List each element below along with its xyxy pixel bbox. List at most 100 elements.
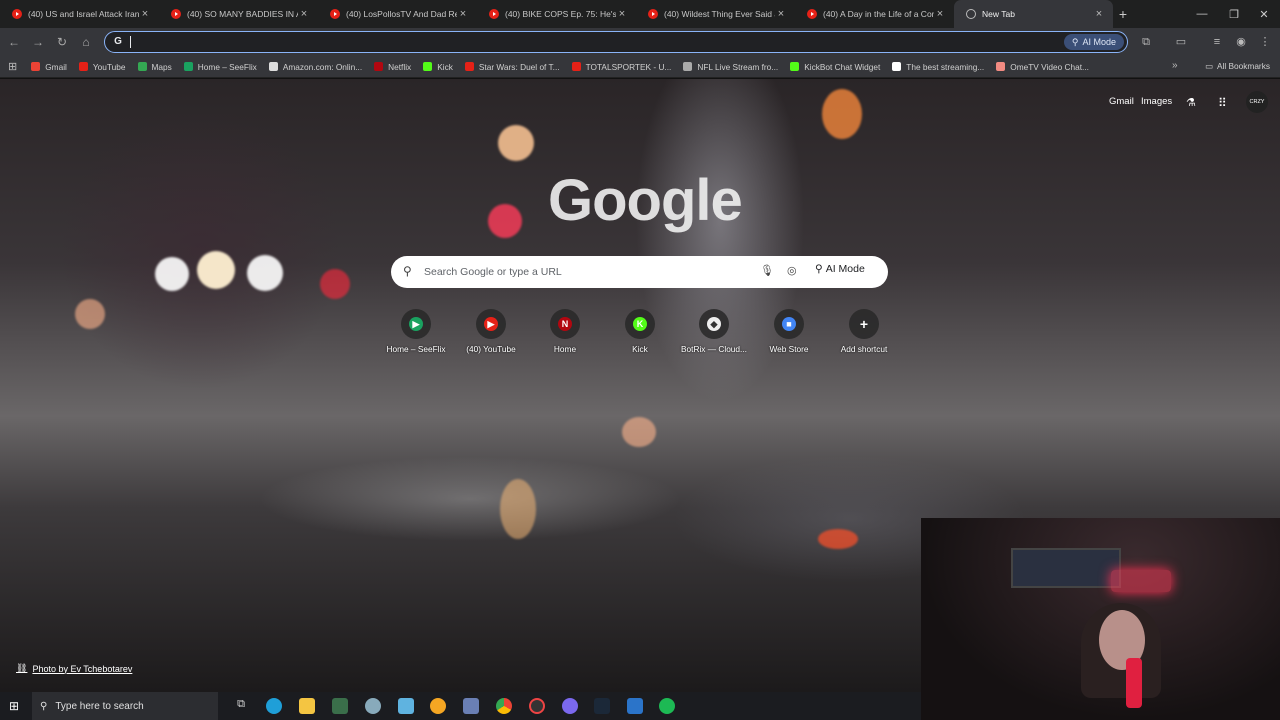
- google-logo: Google: [548, 168, 743, 233]
- youtube-icon: [807, 9, 817, 19]
- shortcut-tile[interactable]: ■ Web Store: [753, 309, 825, 354]
- app-icon[interactable]: [430, 698, 446, 714]
- app-icon[interactable]: [562, 698, 578, 714]
- text-caret: [130, 36, 131, 48]
- bookmark-label: YouTube: [92, 61, 126, 72]
- close-tab-icon[interactable]: ×: [775, 8, 787, 20]
- bookmark-item[interactable]: Amazon.com: Onlin...: [268, 62, 362, 72]
- reload-icon[interactable]: ↻: [54, 34, 70, 50]
- all-bookmarks-button[interactable]: ▭ All Bookmarks: [1205, 61, 1270, 71]
- tab[interactable]: (40) LosPollosTV And Dad Reac ×: [318, 0, 477, 28]
- bokeh-light: [498, 125, 534, 161]
- shortcut-tile[interactable]: + Add shortcut: [828, 309, 900, 354]
- restore-button[interactable]: ❐: [1218, 0, 1250, 28]
- images-link[interactable]: Images: [1141, 96, 1172, 107]
- apps-grid-icon[interactable]: ⊞: [8, 60, 17, 73]
- minimize-button[interactable]: —: [1186, 0, 1218, 28]
- new-tab-button[interactable]: +: [1113, 6, 1133, 22]
- edge-icon[interactable]: [266, 698, 282, 714]
- shortcut-icon: ▶: [476, 309, 506, 339]
- shortcut-label: BotRix — Cloud...: [681, 344, 747, 354]
- bookmark-item[interactable]: YouTube: [78, 61, 126, 72]
- shortcut-label: (40) YouTube: [466, 344, 516, 354]
- shortcut-tile[interactable]: ▶ (40) YouTube: [455, 309, 527, 354]
- site-favicon-icon: ■: [782, 317, 796, 331]
- shortcut-tile[interactable]: K Kick: [604, 309, 676, 354]
- tab[interactable]: (40) Wildest Thing Ever Said at ×: [636, 0, 795, 28]
- bookmark-item[interactable]: The best streaming...: [892, 62, 984, 72]
- youtube-icon: [489, 9, 499, 19]
- bookmark-label: OmeTV Video Chat...: [1010, 61, 1089, 72]
- shortcut-tile[interactable]: ◆ BotRix — Cloud...: [678, 309, 750, 354]
- sidepanel-icon[interactable]: ▭: [1173, 34, 1189, 50]
- account-avatar[interactable]: CRZY: [1246, 91, 1268, 113]
- close-tab-icon[interactable]: ×: [616, 8, 628, 20]
- windows-start-icon[interactable]: ⊞: [9, 699, 19, 713]
- forward-icon[interactable]: →: [30, 34, 46, 50]
- chrome-newtab-icon: [966, 9, 976, 19]
- app-icon[interactable]: [627, 698, 643, 714]
- app-icon[interactable]: [529, 698, 545, 714]
- tab[interactable]: (40) US and Israel Attack Iran - ×: [0, 0, 159, 28]
- bookmark-item[interactable]: Netflix: [374, 62, 411, 72]
- close-tab-icon[interactable]: ×: [298, 8, 310, 20]
- bookmark-item[interactable]: Maps: [137, 62, 172, 72]
- tab[interactable]: (40) A Day in the Life of a Com ×: [795, 0, 954, 28]
- profile-icon[interactable]: ◉: [1233, 34, 1249, 50]
- omnibox-ai-mode-button[interactable]: ⚲ AI Mode: [1063, 34, 1124, 50]
- bookmark-item[interactable]: OmeTV Video Chat...: [996, 62, 1089, 72]
- home-icon[interactable]: ⌂: [78, 34, 94, 50]
- task-view-icon[interactable]: ⧉: [233, 698, 249, 714]
- file-explorer-icon[interactable]: [299, 698, 315, 714]
- chrome-icon[interactable]: [496, 698, 512, 714]
- app-icon[interactable]: [398, 698, 414, 714]
- bookmark-item[interactable]: Kick: [423, 62, 453, 72]
- bookmark-favicon-icon: [996, 62, 1006, 71]
- steam-icon[interactable]: [594, 698, 610, 714]
- close-tab-icon[interactable]: ×: [934, 8, 946, 20]
- app-icon[interactable]: [365, 698, 381, 714]
- lens-camera-icon[interactable]: ◎: [787, 264, 797, 277]
- tab[interactable]: (40) BIKE COPS Ep. 75: He's My×: [477, 0, 636, 28]
- close-tab-icon[interactable]: ×: [457, 8, 469, 20]
- bookmark-item[interactable]: Home – SeeFlix: [183, 62, 257, 72]
- bookmark-favicon-icon: [268, 62, 278, 71]
- shortcut-label: Home – SeeFlix: [386, 344, 446, 354]
- bookmark-item[interactable]: Gmail: [31, 62, 67, 72]
- close-tab-icon[interactable]: ×: [139, 8, 151, 20]
- bookmark-item[interactable]: TOTALSPORTEK - U...: [571, 62, 671, 72]
- spotify-icon[interactable]: [659, 698, 675, 714]
- media-controls-icon[interactable]: ≡: [1209, 34, 1225, 50]
- taskbar-search[interactable]: ⚲ Type here to search: [32, 692, 218, 720]
- shortcut-tile[interactable]: N Home: [529, 309, 601, 354]
- calculator-icon[interactable]: [332, 698, 348, 714]
- bokeh-light: [320, 269, 350, 299]
- tab-title: (40) US and Israel Attack Iran -: [28, 9, 139, 19]
- microphone-icon[interactable]: 🎙: [760, 264, 774, 277]
- bookmark-item[interactable]: Star Wars: Duel of T...: [464, 62, 560, 72]
- bookmark-item[interactable]: NFL Live Stream fro...: [683, 62, 778, 72]
- search-placeholder: Search Google or type a URL: [424, 266, 562, 278]
- bookmark-item[interactable]: KickBot Chat Widget: [790, 62, 880, 72]
- bookmark-favicon-icon: [790, 62, 800, 71]
- taskbar-search-placeholder: Type here to search: [55, 700, 144, 712]
- extensions-icon[interactable]: ⧉: [1138, 34, 1154, 50]
- bookmarks-list: Gmail YouTube Maps Home – SeeFlix Amazon.com…: [31, 62, 1101, 72]
- back-icon[interactable]: ←: [6, 34, 22, 50]
- ai-mode-button[interactable]: ⚲ AI Mode: [815, 263, 865, 275]
- labs-flask-icon[interactable]: ⚗: [1186, 96, 1196, 109]
- close-tab-icon[interactable]: ×: [1093, 8, 1105, 20]
- shortcut-tile[interactable]: ▶ Home – SeeFlix: [380, 309, 452, 354]
- bookmark-favicon-icon: [464, 62, 474, 71]
- app-icon[interactable]: [463, 698, 479, 714]
- tab[interactable]: (40) SO MANY BADDIES IN AMI×: [159, 0, 318, 28]
- bookmarks-overflow-icon[interactable]: »: [1172, 60, 1178, 71]
- gmail-link[interactable]: Gmail: [1109, 96, 1134, 107]
- address-bar[interactable]: G ⚲ AI Mode: [104, 31, 1128, 53]
- tab[interactable]: New Tab ×: [954, 0, 1113, 28]
- close-window-button[interactable]: ✕: [1248, 0, 1280, 28]
- menu-icon[interactable]: ⋮: [1257, 34, 1273, 50]
- photo-credit-link[interactable]: ⛓ Photo by Ev Tchebotarev: [16, 663, 132, 674]
- ntp-search-box[interactable]: ⚲ Search Google or type a URL 🎙 ◎ ⚲ AI M…: [391, 256, 888, 288]
- google-apps-icon[interactable]: ⠿: [1218, 96, 1227, 110]
